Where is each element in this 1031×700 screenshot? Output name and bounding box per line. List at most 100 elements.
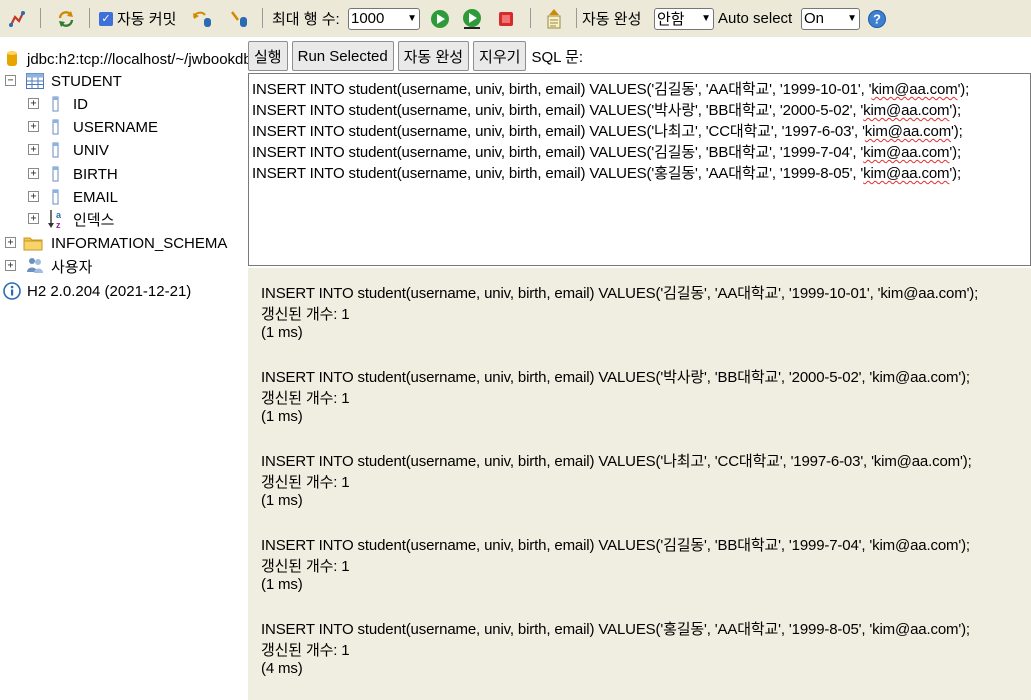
spellcheck-email: kim@aa.com	[863, 144, 950, 161]
spellcheck-email: kim@aa.com	[864, 123, 952, 140]
auto-commit-toggle[interactable]: ✓ 자동 커밋	[99, 0, 176, 37]
tree-item-column[interactable]: + BIRTH	[0, 163, 248, 185]
auto-complete-button[interactable]: 자동 완성	[397, 41, 470, 71]
expand-icon[interactable]: +	[5, 237, 16, 248]
max-rows-value: 1000	[351, 10, 385, 27]
auto-complete-select[interactable]: 안함 ▼	[654, 7, 714, 30]
tree-item-information-schema[interactable]: + INFORMATION_SCHEMA	[0, 232, 248, 254]
column-icon	[52, 96, 60, 116]
auto-select-value: On	[804, 10, 825, 27]
spellcheck-email: kim@aa.com	[863, 102, 950, 119]
toolbar-separator	[89, 8, 90, 28]
connection-url: jdbc:h2:tcp://localhost/~/jwbookdb	[27, 50, 248, 68]
run-icon[interactable]	[429, 8, 451, 30]
toolbar-separator	[40, 8, 41, 28]
clear-button[interactable]: 지우기	[473, 41, 527, 71]
column-name: ID	[73, 95, 88, 113]
auto-commit-checkbox[interactable]: ✓	[99, 11, 113, 26]
result-block: INSERT INTO student(username, univ, birt…	[261, 534, 1031, 597]
result-time: (1 ms)	[261, 492, 303, 509]
disconnect-icon[interactable]	[6, 8, 28, 30]
column-icon	[52, 166, 60, 186]
expand-icon[interactable]: +	[5, 260, 16, 271]
tree-item-column[interactable]: + EMAIL	[0, 186, 248, 208]
svg-text:?: ?	[873, 11, 881, 26]
expand-icon[interactable]: +	[28, 168, 39, 179]
help-icon[interactable]: ?	[866, 8, 888, 30]
result-time: (1 ms)	[261, 576, 303, 593]
result-block: INSERT INTO student(username, univ, birt…	[261, 618, 1031, 681]
tree-item-column[interactable]: + UNIV	[0, 139, 248, 161]
editor-line: INSERT INTO student(username, univ, birt…	[252, 144, 961, 161]
auto-complete-label: 자동 완성	[582, 11, 642, 28]
collapse-icon[interactable]: −	[5, 75, 16, 86]
column-name: BIRTH	[73, 165, 118, 183]
sort-az-icon: az	[47, 208, 67, 234]
editor-line: INSERT INTO student(username, univ, birt…	[252, 81, 970, 98]
sql-editor[interactable]: INSERT INTO student(username, univ, birt…	[248, 73, 1031, 266]
expand-icon[interactable]: +	[28, 98, 39, 109]
tree-item-indexes[interactable]: + az 인덱스	[0, 208, 248, 230]
column-name: USERNAME	[73, 118, 159, 136]
result-sql: INSERT INTO student(username, univ, birt…	[261, 453, 972, 470]
expand-icon[interactable]: +	[28, 191, 39, 202]
toolbar: ✓ 자동 커밋 최대 행 수: 1000 ▼ 자동 완성 안함 ▼ Auto s…	[0, 0, 1031, 37]
result-block: INSERT INTO student(username, univ, birt…	[261, 450, 1031, 513]
auto-commit-label: 자동 커밋	[117, 11, 177, 28]
tree-version: H2 2.0.204 (2021-12-21)	[0, 280, 248, 302]
toolbar-separator	[262, 8, 263, 28]
chevron-down-icon: ▼	[847, 13, 857, 24]
result-sql: INSERT INTO student(username, univ, birt…	[261, 285, 979, 302]
svg-text:z: z	[56, 220, 61, 230]
table-name: STUDENT	[51, 72, 122, 90]
auto-select-select[interactable]: On ▼	[801, 7, 860, 30]
indexes-label: 인덱스	[73, 211, 115, 229]
result-count: 갱신된 개수: 1	[261, 558, 350, 575]
column-icon	[52, 119, 60, 139]
tree-item-column[interactable]: + ID	[0, 93, 248, 115]
run-selected-button[interactable]: Run Selected	[291, 41, 394, 71]
tree-connection[interactable]: jdbc:h2:tcp://localhost/~/jwbookdb	[0, 48, 248, 70]
max-rows-select[interactable]: 1000 ▼	[348, 7, 420, 30]
column-icon	[52, 142, 60, 162]
version-label: H2 2.0.204 (2021-12-21)	[27, 282, 192, 300]
refresh-icon[interactable]	[55, 8, 77, 30]
database-icon	[6, 50, 18, 70]
result-time: (1 ms)	[261, 324, 303, 341]
chevron-down-icon: ▼	[701, 13, 711, 24]
editor-line: INSERT INTO student(username, univ, birt…	[252, 165, 961, 182]
tree-item-users[interactable]: + 사용자	[0, 255, 248, 277]
expand-icon[interactable]: +	[28, 144, 39, 155]
users-icon	[25, 256, 45, 280]
sql-statement-label: SQL 문:	[531, 48, 584, 66]
history-icon[interactable]	[543, 8, 565, 30]
result-time: (1 ms)	[261, 408, 303, 425]
max-rows-label: 최대 행 수:	[272, 11, 340, 28]
table-icon	[26, 73, 44, 93]
result-block: INSERT INTO student(username, univ, birt…	[261, 282, 1031, 345]
run-button[interactable]: 실행	[248, 41, 288, 71]
result-time: (4 ms)	[261, 660, 303, 677]
users-label: 사용자	[51, 258, 93, 276]
tree-item-column[interactable]: + USERNAME	[0, 116, 248, 138]
expand-icon[interactable]: +	[28, 121, 39, 132]
folder-icon	[23, 234, 43, 256]
info-icon	[3, 282, 21, 304]
run-selected-icon[interactable]	[461, 8, 483, 30]
editor-line: INSERT INTO student(username, univ, birt…	[252, 123, 963, 140]
schema-name: INFORMATION_SCHEMA	[51, 234, 228, 252]
result-count: 갱신된 개수: 1	[261, 390, 350, 407]
result-block: INSERT INTO student(username, univ, birt…	[261, 366, 1031, 429]
svg-text:a: a	[56, 210, 62, 220]
result-count: 갱신된 개수: 1	[261, 642, 350, 659]
commit-icon[interactable]	[228, 8, 250, 30]
stop-icon[interactable]	[495, 8, 517, 30]
column-icon	[52, 189, 60, 209]
expand-icon[interactable]: +	[28, 213, 39, 224]
toolbar-separator	[576, 8, 577, 28]
rollback-icon[interactable]	[191, 8, 213, 30]
chevron-down-icon: ▼	[407, 13, 417, 24]
tree-item-student[interactable]: − STUDENT	[0, 70, 248, 92]
result-sql: INSERT INTO student(username, univ, birt…	[261, 621, 970, 638]
auto-complete-value: 안함	[657, 11, 685, 28]
